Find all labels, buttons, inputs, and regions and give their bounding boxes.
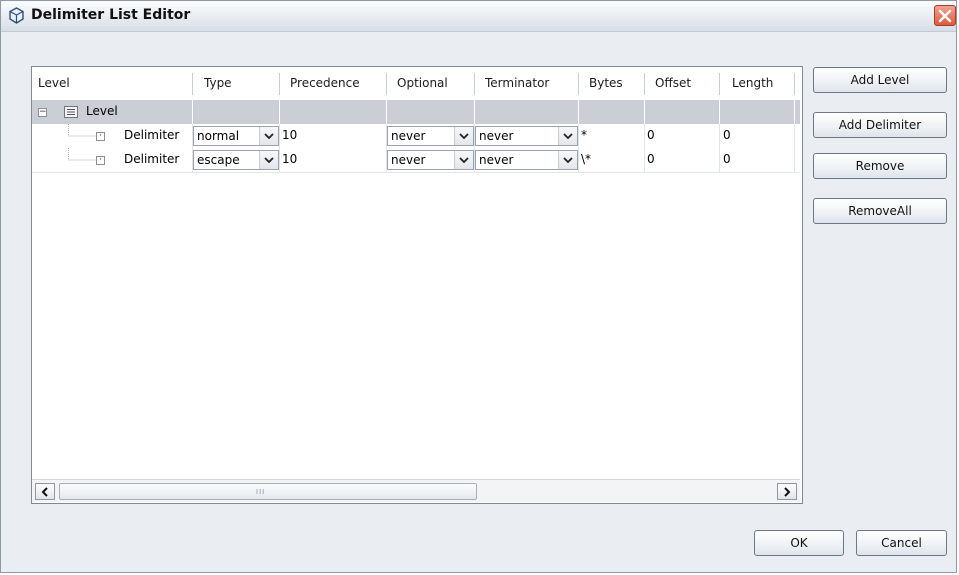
col-header-length[interactable]: Length xyxy=(732,67,773,100)
close-button[interactable] xyxy=(934,5,956,26)
add-level-button[interactable]: Add Level xyxy=(813,67,947,93)
delimiter-table: Level Type Precedence Optional Terminato… xyxy=(31,66,803,504)
delimiter-label: Delimiter xyxy=(124,128,180,142)
expand-icon[interactable]: · xyxy=(96,156,105,165)
chevron-down-icon[interactable] xyxy=(454,151,473,169)
remove-button[interactable]: Remove xyxy=(813,153,947,179)
terminator-combo[interactable]: never xyxy=(475,126,578,146)
chevron-down-icon[interactable] xyxy=(259,151,278,169)
scroll-right-button[interactable] xyxy=(777,483,797,500)
close-icon xyxy=(938,9,952,23)
list-icon xyxy=(64,106,78,118)
terminator-combo[interactable]: never xyxy=(475,150,578,170)
chevron-left-icon xyxy=(41,487,48,497)
scroll-grip: III xyxy=(256,488,266,496)
level-label: Level xyxy=(86,104,118,118)
length-value[interactable]: 0 xyxy=(723,128,731,142)
chevron-down-icon[interactable] xyxy=(454,127,473,145)
chevron-right-icon xyxy=(784,487,791,497)
dialog-window: Delimiter List Editor Level Type Precede… xyxy=(0,0,957,573)
horizontal-scrollbar[interactable]: III xyxy=(32,479,800,502)
chevron-down-icon[interactable] xyxy=(558,127,577,145)
cancel-button[interactable]: Cancel xyxy=(856,530,947,556)
collapse-minus-icon[interactable]: − xyxy=(38,108,47,117)
chevron-down-icon[interactable] xyxy=(259,127,278,145)
col-header-level[interactable]: Level xyxy=(38,67,70,100)
table-row[interactable]: · Delimiter escape 10 never never \* 0 0 xyxy=(32,148,800,173)
precedence-value[interactable]: 10 xyxy=(282,152,297,166)
col-header-bytes[interactable]: Bytes xyxy=(589,67,623,100)
col-header-offset[interactable]: Offset xyxy=(655,67,691,100)
offset-value[interactable]: 0 xyxy=(647,128,655,142)
tree-line xyxy=(68,148,96,161)
table-row[interactable]: · Delimiter normal 10 never never * 0 0 xyxy=(32,124,800,149)
delimiter-label: Delimiter xyxy=(124,152,180,166)
table-row-level[interactable]: − Level xyxy=(32,100,800,124)
optional-combo[interactable]: never xyxy=(387,126,474,146)
window-app-icon xyxy=(9,7,24,24)
col-header-optional[interactable]: Optional xyxy=(397,67,448,100)
col-header-type[interactable]: Type xyxy=(204,67,232,100)
scroll-thumb[interactable]: III xyxy=(59,483,477,500)
optional-combo[interactable]: never xyxy=(387,150,474,170)
type-combo[interactable]: escape xyxy=(193,150,279,170)
ok-button[interactable]: OK xyxy=(754,530,844,556)
remove-all-button[interactable]: RemoveAll xyxy=(813,198,947,224)
length-value[interactable]: 0 xyxy=(723,152,731,166)
type-combo[interactable]: normal xyxy=(193,126,279,146)
table-header: Level Type Precedence Optional Terminato… xyxy=(32,67,800,100)
add-delimiter-button[interactable]: Add Delimiter xyxy=(813,112,947,138)
expand-icon[interactable]: · xyxy=(96,132,105,141)
precedence-value[interactable]: 10 xyxy=(282,128,297,142)
offset-value[interactable]: 0 xyxy=(647,152,655,166)
title-bar: Delimiter List Editor xyxy=(1,1,956,32)
bytes-value[interactable]: * xyxy=(581,128,587,142)
bytes-value[interactable]: \* xyxy=(581,152,591,166)
scroll-left-button[interactable] xyxy=(35,483,55,500)
chevron-down-icon[interactable] xyxy=(558,151,577,169)
window-title: Delimiter List Editor xyxy=(31,7,191,23)
col-header-terminator[interactable]: Terminator xyxy=(485,67,549,100)
tree-line xyxy=(68,124,96,137)
col-header-precedence[interactable]: Precedence xyxy=(290,67,360,100)
